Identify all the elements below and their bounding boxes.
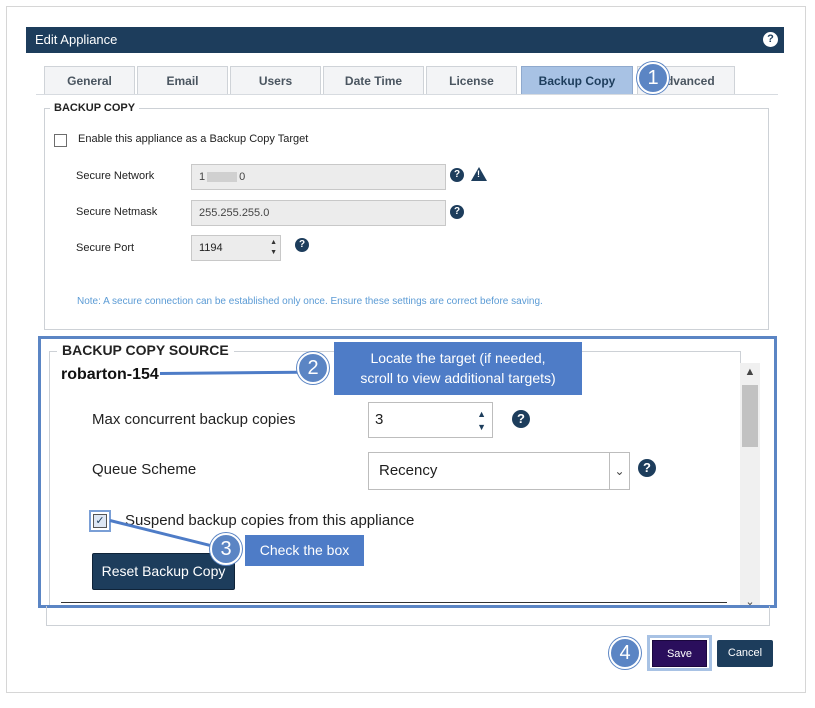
max-spin-arrows-icon[interactable]: ▲ ▼ bbox=[477, 408, 486, 434]
step-2-text-line1: Locate the target (if needed, bbox=[370, 350, 546, 366]
step-3-callout: Check the box bbox=[245, 535, 364, 566]
tab-general[interactable]: General bbox=[44, 66, 135, 95]
secure-port-value: 1194 bbox=[199, 242, 223, 254]
step-2-badge: 2 bbox=[297, 352, 329, 384]
cancel-button[interactable]: Cancel bbox=[717, 640, 773, 667]
secure-network-label: Secure Network bbox=[76, 170, 155, 182]
secure-network-field[interactable]: 10 bbox=[191, 164, 446, 190]
step-1-badge: 1 bbox=[637, 62, 669, 94]
tab-email[interactable]: Email bbox=[137, 66, 228, 95]
queue-scheme-select[interactable]: Recency ⌄ bbox=[368, 452, 630, 490]
port-spin-arrows-icon[interactable]: ▲ ▼ bbox=[270, 238, 277, 258]
secure-port-label: Secure Port bbox=[76, 242, 135, 254]
secure-netmask-help-icon[interactable]: ? bbox=[450, 205, 464, 219]
tab-users[interactable]: Users bbox=[230, 66, 321, 95]
enable-backup-target-checkbox[interactable] bbox=[54, 134, 67, 147]
step-4-badge: 4 bbox=[609, 637, 641, 669]
scrollbar[interactable]: ▲ ⌄ bbox=[740, 363, 760, 605]
suspend-checkbox[interactable]: ✓ bbox=[93, 514, 107, 528]
scroll-up-icon[interactable]: ▲ bbox=[740, 363, 760, 381]
secure-network-value-end: 0 bbox=[239, 171, 246, 183]
secure-connection-note: Note: A secure connection can be establi… bbox=[77, 296, 543, 307]
divider bbox=[61, 602, 727, 603]
enable-backup-target-label: Enable this appliance as a Backup Copy T… bbox=[78, 133, 309, 145]
suspend-label: Suspend backup copies from this applianc… bbox=[125, 512, 415, 529]
dialog-title: Edit Appliance bbox=[35, 32, 118, 47]
secure-netmask-label: Secure Netmask bbox=[76, 206, 158, 218]
fieldset-bottom bbox=[46, 606, 770, 626]
step-2-callout: Locate the target (if needed, scroll to … bbox=[334, 342, 582, 395]
step-3-badge: 3 bbox=[210, 533, 242, 565]
target-name: robarton-154 bbox=[61, 366, 159, 383]
secure-network-value-start: 1 bbox=[199, 171, 206, 183]
secure-port-stepper[interactable]: 1194 ▲ ▼ bbox=[191, 235, 281, 261]
backup-copy-source-legend: BACKUP COPY SOURCE bbox=[57, 342, 234, 358]
scroll-thumb[interactable] bbox=[742, 385, 758, 447]
queue-scheme-label: Queue Scheme bbox=[92, 461, 197, 478]
queue-scheme-help-icon[interactable]: ? bbox=[638, 459, 656, 477]
backup-copy-legend: BACKUP COPY bbox=[50, 102, 140, 114]
queue-scheme-value: Recency bbox=[379, 462, 438, 479]
tab-backup-copy[interactable]: Backup Copy bbox=[521, 66, 633, 95]
step-2-text-line2: scroll to view additional targets) bbox=[360, 370, 556, 386]
warning-icon: ! bbox=[471, 167, 487, 181]
chevron-down-icon[interactable]: ⌄ bbox=[609, 453, 629, 489]
max-concurrent-label: Max concurrent backup copies bbox=[92, 411, 296, 428]
secure-netmask-field[interactable]: 255.255.255.0 bbox=[191, 200, 446, 226]
tabs-divider bbox=[36, 94, 778, 95]
max-concurrent-help-icon[interactable]: ? bbox=[512, 410, 530, 428]
secure-port-help-icon[interactable]: ? bbox=[295, 238, 309, 252]
max-concurrent-value: 3 bbox=[375, 411, 384, 428]
dialog-titlebar: Edit Appliance ? bbox=[26, 27, 784, 53]
max-concurrent-stepper[interactable]: 3 ▲ ▼ bbox=[368, 402, 493, 438]
redacted-block bbox=[207, 172, 238, 183]
secure-network-help-icon[interactable]: ? bbox=[450, 168, 464, 182]
save-button[interactable]: Save bbox=[652, 640, 707, 667]
tab-license[interactable]: License bbox=[426, 66, 517, 95]
help-icon[interactable]: ? bbox=[763, 32, 778, 47]
tab-date-time[interactable]: Date Time bbox=[323, 66, 424, 95]
